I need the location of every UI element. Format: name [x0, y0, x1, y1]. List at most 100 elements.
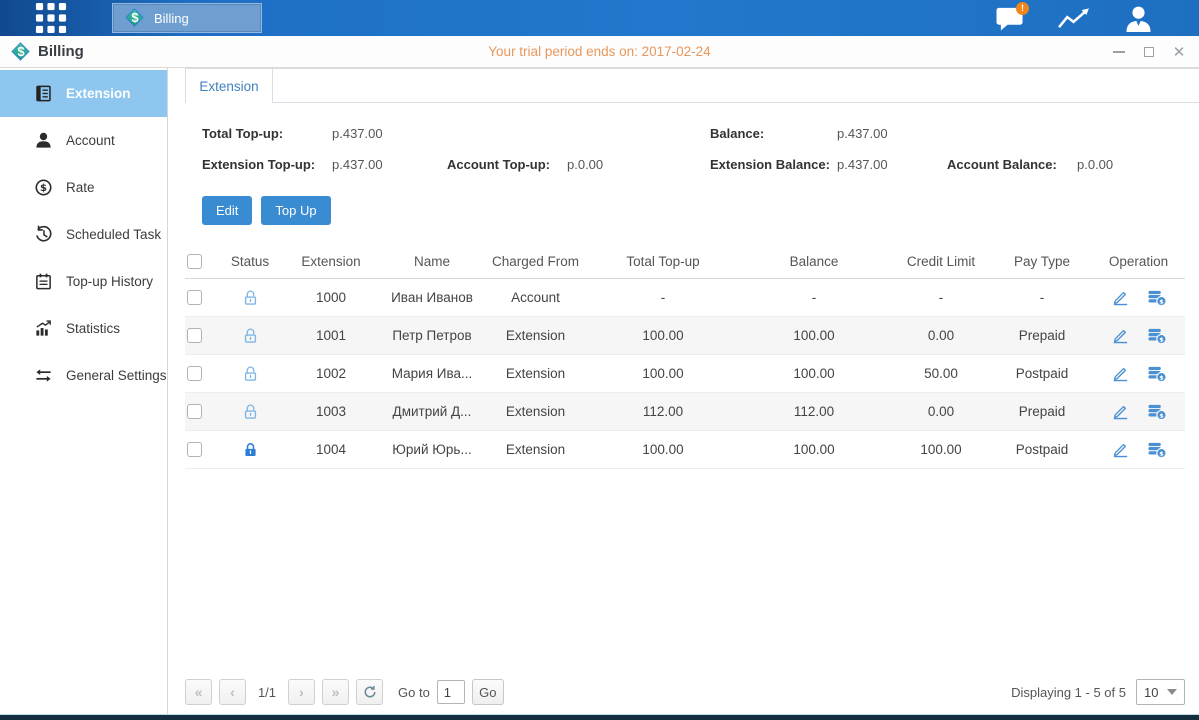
column-header[interactable]: Charged From — [483, 245, 588, 278]
topup-icon[interactable]: $ — [1147, 440, 1167, 459]
table-row[interactable]: 1002Мария Ива...Extension100.00100.0050.… — [185, 354, 1185, 392]
column-header[interactable]: Credit Limit — [890, 245, 992, 278]
topup-icon[interactable]: $ — [1147, 364, 1167, 383]
column-header[interactable]: Extension — [281, 245, 381, 278]
edit-icon[interactable] — [1111, 440, 1130, 459]
app-grid-icon[interactable] — [34, 1, 68, 35]
page-size-select[interactable]: 10 — [1136, 679, 1185, 705]
column-header[interactable]: Total Top-up — [588, 245, 738, 278]
user-icon — [1122, 5, 1155, 32]
row-checkbox[interactable] — [187, 290, 202, 305]
edit-icon[interactable] — [1111, 402, 1130, 421]
cell-balance: - — [738, 278, 890, 316]
unlocked-icon — [242, 327, 259, 344]
row-checkbox[interactable] — [187, 442, 202, 457]
cell-extension: 1000 — [281, 278, 381, 316]
table-row[interactable]: 1001Петр ПетровExtension100.00100.000.00… — [185, 316, 1185, 354]
edit-button[interactable]: Edit — [202, 196, 252, 225]
topup-icon[interactable]: $ — [1147, 326, 1167, 345]
cell-total-topup: 100.00 — [588, 316, 738, 354]
status-unlocked-icon[interactable] — [242, 289, 259, 306]
status-unlocked-icon[interactable] — [242, 365, 259, 382]
account-balance-value: p.0.00 — [1077, 157, 1113, 172]
sidebar-label: Statistics — [66, 321, 120, 336]
svg-text:$: $ — [1159, 335, 1164, 343]
cell-charged-from: Extension — [483, 430, 588, 468]
history-clock-icon — [33, 225, 53, 245]
locked-icon — [242, 441, 259, 458]
sidebar-item-rate[interactable]: $ Rate — [0, 164, 167, 211]
trial-notice: Your trial period ends on: 2017-02-24 — [0, 44, 1199, 59]
extension-table: StatusExtensionNameCharged FromTotal Top… — [185, 245, 1185, 469]
select-all-checkbox[interactable] — [187, 254, 202, 269]
status-unlocked-icon[interactable] — [242, 403, 259, 420]
taskbar-right-icons: ! — [991, 0, 1157, 36]
edit-icon[interactable] — [1111, 326, 1130, 345]
table-row[interactable]: 1004Юрий Юрь...Extension100.00100.00100.… — [185, 430, 1185, 468]
goto-page-input[interactable] — [437, 680, 465, 704]
extension-balance-label: Extension Balance: — [710, 157, 830, 172]
cell-balance: 100.00 — [738, 316, 890, 354]
status-unlocked-icon[interactable] — [242, 327, 259, 344]
column-header[interactable]: Name — [381, 245, 483, 278]
first-page-button[interactable]: « — [185, 679, 212, 705]
cell-total-topup: - — [588, 278, 738, 316]
tab-extension[interactable]: Extension — [185, 68, 273, 103]
sidebar-item-scheduled-task[interactable]: Scheduled Task — [0, 211, 167, 258]
column-header[interactable]: Status — [219, 245, 281, 278]
close-icon[interactable]: ✕ — [1171, 44, 1187, 60]
user-account-button[interactable] — [1119, 3, 1157, 33]
sidebar-item-extension[interactable]: Extension — [0, 70, 167, 117]
person-icon — [33, 131, 53, 151]
go-button[interactable]: Go — [472, 679, 504, 705]
billing-diamond-icon: $ — [11, 42, 31, 62]
row-checkbox[interactable] — [187, 366, 202, 381]
account-topup-label: Account Top-up: — [447, 157, 550, 172]
operation-cell: $ — [1093, 356, 1184, 391]
taskbar-billing-tab[interactable]: $ Billing — [112, 3, 262, 33]
edit-icon[interactable] — [1111, 364, 1130, 383]
cell-pay-type: - — [992, 278, 1092, 316]
status-locked-icon[interactable] — [242, 441, 259, 458]
sidebar-item-account[interactable]: Account — [0, 117, 167, 164]
sidebar-item-general-settings[interactable]: General Settings — [0, 352, 167, 399]
cell-credit-limit: 0.00 — [890, 392, 992, 430]
column-header[interactable]: Balance — [738, 245, 890, 278]
edit-icon[interactable] — [1111, 288, 1130, 307]
goto-label: Go to — [398, 685, 430, 700]
row-checkbox[interactable] — [187, 404, 202, 419]
refresh-button[interactable] — [356, 679, 383, 705]
column-header[interactable]: Operation — [1092, 245, 1185, 278]
balance-value: p.437.00 — [837, 126, 888, 141]
cell-pay-type: Prepaid — [992, 316, 1092, 354]
topup-icon[interactable]: $ — [1147, 288, 1167, 307]
window-title-group: $ Billing — [11, 42, 84, 62]
billing-app-window: $ Billing ! — [0, 0, 1199, 720]
cell-total-topup: 100.00 — [588, 354, 738, 392]
statistics-monitor-button[interactable] — [1055, 3, 1093, 33]
pagination-bar: « ‹ 1/1 › » Go to Go Displaying 1 - 5 of… — [185, 679, 1185, 705]
prev-page-button[interactable]: ‹ — [219, 679, 246, 705]
sidebar-item-topup-history[interactable]: Top-up History — [0, 258, 167, 305]
unlocked-icon — [242, 289, 259, 306]
table-row[interactable]: 1003Дмитрий Д...Extension112.00112.000.0… — [185, 392, 1185, 430]
row-checkbox[interactable] — [187, 328, 202, 343]
table-row[interactable]: 1000Иван ИвановAccount----$ — [185, 278, 1185, 316]
cell-name: Мария Ива... — [381, 354, 483, 392]
topup-icon[interactable]: $ — [1147, 402, 1167, 421]
sidebar-item-statistics[interactable]: Statistics — [0, 305, 167, 352]
extension-topup-value: p.437.00 — [332, 157, 383, 172]
notifications-button[interactable]: ! — [991, 3, 1029, 33]
sidebar-label: Account — [66, 133, 115, 148]
last-page-button[interactable]: » — [322, 679, 349, 705]
column-header[interactable]: Pay Type — [992, 245, 1092, 278]
svg-text:$: $ — [1159, 373, 1164, 381]
minimize-icon[interactable] — [1111, 44, 1127, 60]
topup-button[interactable]: Top Up — [261, 196, 330, 225]
cell-name: Петр Петров — [381, 316, 483, 354]
next-page-button[interactable]: › — [288, 679, 315, 705]
cell-pay-type: Prepaid — [992, 392, 1092, 430]
extension-topup-label: Extension Top-up: — [202, 157, 315, 172]
taskbar: $ Billing ! — [0, 0, 1199, 36]
maximize-icon[interactable] — [1141, 44, 1157, 60]
